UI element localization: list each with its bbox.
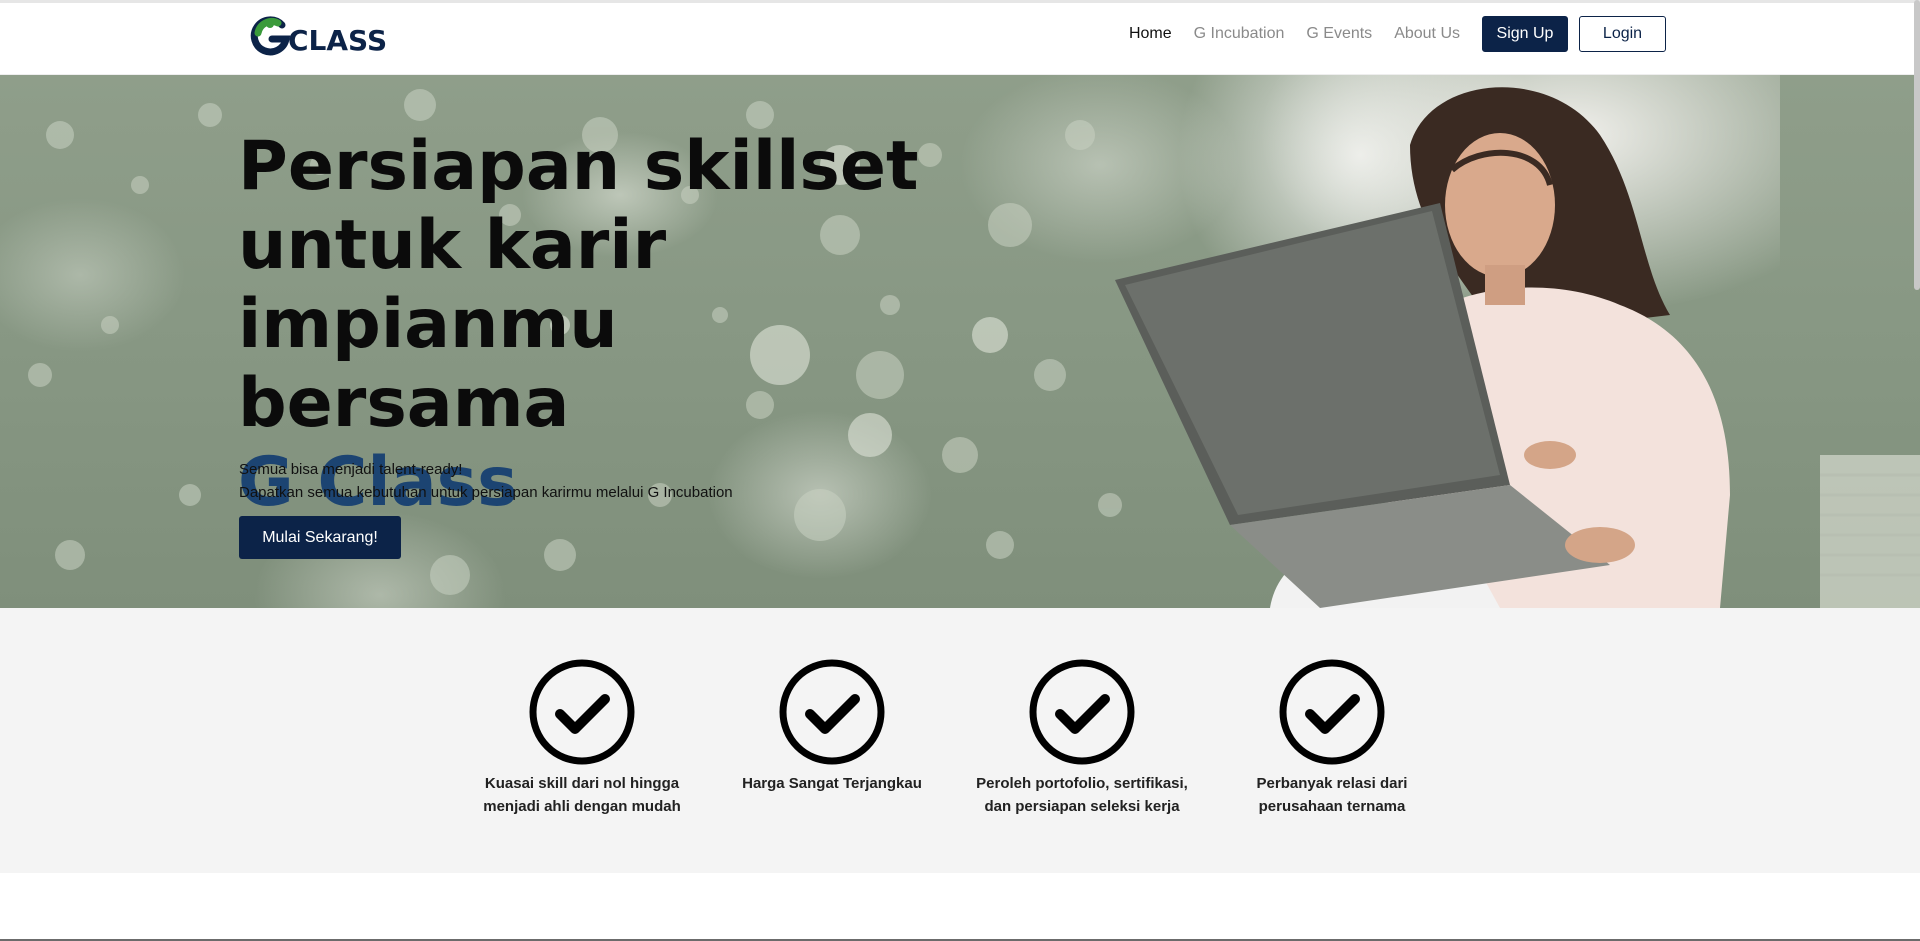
check-circle-icon: [1029, 659, 1135, 765]
hero-subtitle: Semua bisa menjadi talent-ready! Dapatka…: [239, 458, 733, 504]
feature-item: Kuasai skill dari nol hingga menjadi ahl…: [462, 658, 702, 818]
hero-banner: Persiapan skillset untuk karir impianmu …: [0, 75, 1920, 608]
hero-title-line-2: untuk karir: [238, 206, 667, 285]
features-section: Kuasai skill dari nol hingga menjadi ahl…: [0, 608, 1920, 873]
feature-item: Perbanyak relasi dari perusahaan ternama: [1212, 658, 1452, 818]
feature-text: Harga Sangat Terjangkau: [712, 772, 952, 795]
nav-g-events[interactable]: G Events: [1306, 25, 1372, 43]
hero-title-line-1: Persiapan skillset: [238, 127, 919, 206]
feature-text-line: Kuasai skill dari nol hingga: [484, 775, 680, 792]
g-class-logo-icon: [250, 16, 291, 56]
logo[interactable]: CLASS: [248, 15, 387, 59]
cta-button[interactable]: Mulai Sekarang!: [239, 516, 401, 559]
feature-text-line: Harga Sangat Terjangkau: [742, 775, 922, 792]
nav-links: Home G Incubation G Events About Us Sign…: [1129, 16, 1666, 52]
feature-text: Kuasai skill dari nol hingga menjadi ahl…: [462, 772, 702, 818]
feature-text: Perbanyak relasi dari perusahaan ternama: [1212, 772, 1452, 818]
hero-subtitle-line-2: Dapatkan semua kebutuhan untuk persiapan…: [239, 484, 733, 501]
page-scrollbar[interactable]: [1914, 0, 1920, 290]
nav-about-us[interactable]: About Us: [1394, 25, 1460, 43]
feature-text-line: perusahaan ternama: [1258, 798, 1406, 815]
signup-button[interactable]: Sign Up: [1482, 16, 1568, 52]
logo-text: CLASS: [288, 23, 388, 57]
hero-woman-laptop-image: [1115, 75, 1920, 608]
nav-home[interactable]: Home: [1129, 25, 1172, 43]
hero-subtitle-line-1: Semua bisa menjadi talent-ready!: [239, 461, 463, 478]
navbar: CLASS Home G Incubation G Events About U…: [0, 0, 1920, 75]
check-circle-icon: [1279, 659, 1385, 765]
page: CLASS Home G Incubation G Events About U…: [0, 0, 1920, 941]
feature-item: Peroleh portofolio, sertifikasi, dan per…: [962, 658, 1202, 818]
login-button[interactable]: Login: [1579, 16, 1666, 52]
feature-text-line: Peroleh portofolio, sertifikasi,: [976, 775, 1188, 792]
feature-text-line: Perbanyak relasi dari: [1256, 775, 1408, 792]
feature-item: Harga Sangat Terjangkau: [712, 658, 952, 795]
check-circle-icon: [529, 659, 635, 765]
hero-title-line-3: impianmu bersama: [238, 285, 618, 443]
feature-text-line: dan persiapan seleksi kerja: [984, 798, 1180, 815]
feature-text-line: menjadi ahli dengan mudah: [483, 798, 681, 815]
check-circle-icon: [779, 659, 885, 765]
feature-text: Peroleh portofolio, sertifikasi, dan per…: [962, 772, 1202, 818]
nav-g-incubation[interactable]: G Incubation: [1194, 25, 1285, 43]
